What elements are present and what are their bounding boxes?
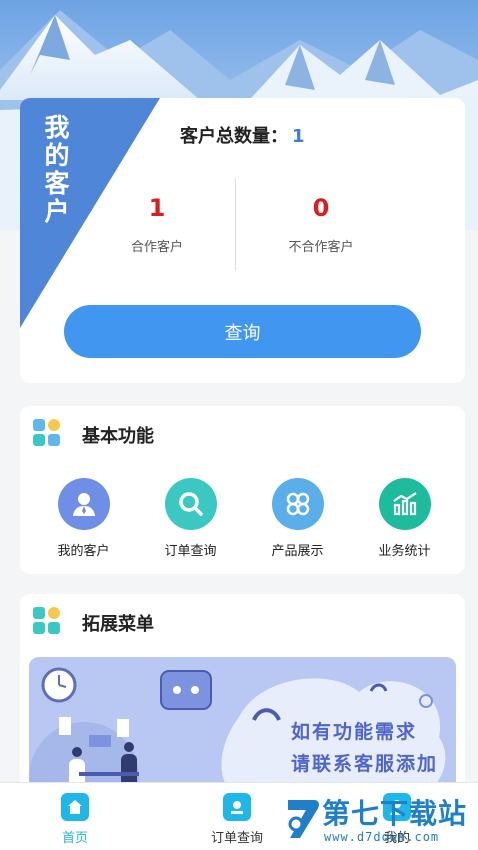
func-product-display[interactable]: 产品展示 <box>244 478 351 559</box>
query-button[interactable]: 查询 <box>64 305 421 358</box>
banner-line-1: 如有功能需求 <box>291 721 418 743</box>
watermark-url: www.d7down.com <box>324 830 440 844</box>
nav-label: 首页 <box>61 831 88 846</box>
nav-order-query[interactable]: 订单查询 <box>192 793 282 846</box>
customer-summary-card: 我的客户 客户总数量： 1 1 合作客户 0 不合作客户 查询 <box>20 98 465 383</box>
non-cooperating-value: 0 <box>312 194 330 222</box>
func-label: 业务统计 <box>378 544 431 559</box>
stat-divider <box>235 178 236 271</box>
banner-line-2: 请联系客服添加 <box>291 753 439 775</box>
func-label: 产品展示 <box>271 544 324 559</box>
nav-label: 订单查询 <box>210 831 263 846</box>
chart-icon <box>378 478 431 530</box>
cooperating-label: 合作客户 <box>130 240 183 255</box>
function-list: 我的客户 订单查询 产品展示 业务统计 <box>20 478 465 559</box>
stat-cooperating[interactable]: 1 合作客户 <box>82 194 232 255</box>
nav-home[interactable]: 首页 <box>30 793 120 846</box>
watermark-logo-icon <box>288 800 319 838</box>
basic-functions-title: 基本功能 <box>82 426 154 447</box>
total-value: 1 <box>292 126 305 147</box>
extension-menu-title: 拓展菜单 <box>82 614 154 635</box>
total-customers: 客户总数量： 1 <box>180 122 305 148</box>
home-icon <box>61 793 89 821</box>
cooperating-value: 1 <box>148 194 166 222</box>
non-cooperating-label: 不合作客户 <box>288 240 354 255</box>
func-business-stats[interactable]: 业务统计 <box>351 478 458 559</box>
site-watermark: 第七下载站 www.d7down.com <box>282 790 478 850</box>
order-icon <box>223 793 251 821</box>
grid-icon <box>33 419 61 447</box>
search-icon <box>164 478 217 530</box>
basic-functions-card: 基本功能 我的客户 订单查询 产品展示 业务统计 <box>20 406 465 574</box>
grid-icon <box>33 607 61 635</box>
stat-non-cooperating[interactable]: 0 不合作客户 <box>246 194 396 255</box>
func-order-query[interactable]: 订单查询 <box>137 478 244 559</box>
func-label: 我的客户 <box>57 544 110 559</box>
watermark-title: 第七下载站 <box>322 797 468 830</box>
total-label: 客户总数量： <box>180 126 288 147</box>
func-my-customers[interactable]: 我的客户 <box>30 478 137 559</box>
func-label: 订单查询 <box>164 544 217 559</box>
clover-icon <box>271 478 324 530</box>
ribbon-title: 我的客户 <box>44 113 70 226</box>
user-icon <box>57 478 110 530</box>
